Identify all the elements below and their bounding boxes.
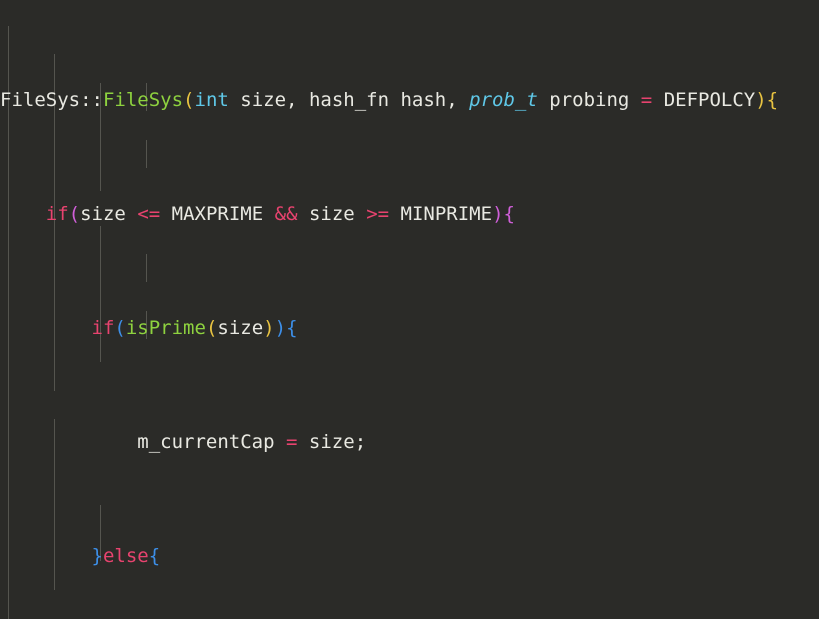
code-line-5: }else{	[91, 545, 161, 568]
code-line-2: if(size <= MAXPRIME && size >= MINPRIME)…	[45, 202, 515, 225]
code-line-1: FileSys::FileSys(int size, hash_fn hash,…	[0, 88, 779, 111]
code-line-3: if(isPrime(size)){	[91, 317, 298, 340]
code-line-4: m_currentCap = size;	[137, 431, 367, 454]
code-editor-pane[interactable]: FileSys::FileSys(int size, hash_fn hash,…	[0, 0, 819, 619]
code-text[interactable]: FileSys::FileSys(int size, hash_fn hash,…	[0, 0, 778, 619]
